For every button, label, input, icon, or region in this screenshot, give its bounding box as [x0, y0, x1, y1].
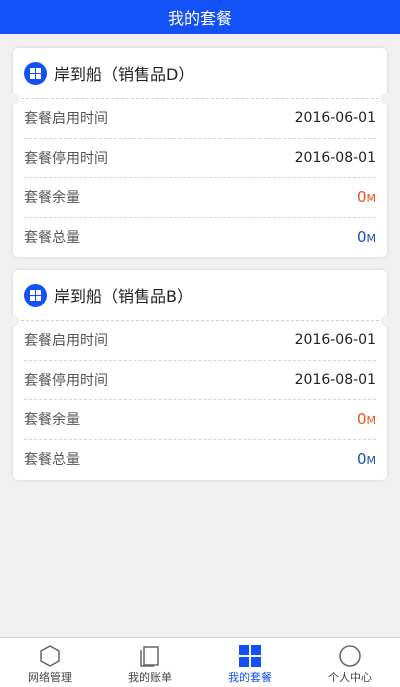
tab-bill[interactable]: 我的账单	[100, 638, 200, 687]
row-label: 套餐总量	[24, 452, 80, 469]
plan-title: 岸到船（销售品D）	[54, 65, 195, 84]
plan-start-date: 2016-06-01	[294, 332, 376, 349]
plan-stop-row: 套餐停用时间 2016-08-01	[24, 139, 376, 178]
row-label: 套餐停用时间	[24, 372, 108, 389]
grid-icon	[24, 61, 47, 85]
tab-plan[interactable]: 我的套餐	[200, 638, 300, 687]
plan-stop-date: 2016-08-01	[294, 149, 376, 166]
page-header: 我的套餐	[0, 0, 400, 34]
tab-label: 我的账单	[128, 671, 172, 684]
plan-remain-value: 0M	[356, 188, 376, 207]
plan-card[interactable]: 岸到船（销售品D） 套餐启用时间 2016-06-01 套餐停用时间 2016-…	[7, 48, 393, 258]
card-divider	[7, 315, 393, 327]
grid-icon	[239, 645, 261, 667]
plan-start-date: 2016-06-01	[294, 110, 376, 127]
circle-user-icon	[339, 645, 361, 667]
tab-label: 网络管理	[28, 671, 72, 684]
grid-icon	[24, 283, 47, 307]
plan-remain-row: 套餐余量 0M	[24, 400, 376, 440]
row-label: 套餐启用时间	[24, 333, 108, 350]
document-icon	[140, 646, 159, 667]
row-label: 套餐总量	[24, 230, 80, 247]
plan-card-header: 岸到船（销售品D）	[13, 48, 387, 98]
plan-total-value: 0M	[356, 450, 376, 469]
row-label: 套餐启用时间	[24, 111, 108, 128]
bottom-tab-bar: 网络管理 我的账单 我的套餐 个人中心	[0, 637, 400, 687]
plan-stop-row: 套餐停用时间 2016-08-01	[24, 361, 376, 400]
plan-total-row: 套餐总量 0M	[24, 218, 376, 258]
tab-label: 个人中心	[328, 671, 372, 684]
tab-network[interactable]: 网络管理	[0, 638, 100, 687]
plan-card[interactable]: 岸到船（销售品B） 套餐启用时间 2016-06-01 套餐停用时间 2016-…	[7, 270, 393, 480]
plan-remain-row: 套餐余量 0M	[24, 178, 376, 218]
card-divider	[7, 93, 393, 105]
row-label: 套餐停用时间	[24, 150, 108, 167]
plan-total-value: 0M	[356, 228, 376, 247]
row-label: 套餐余量	[24, 412, 80, 429]
plan-total-row: 套餐总量 0M	[24, 440, 376, 480]
tab-label: 我的套餐	[228, 671, 272, 684]
hexagon-icon	[40, 645, 60, 667]
plan-start-row: 套餐启用时间 2016-06-01	[24, 321, 376, 361]
plan-card-header: 岸到船（销售品B）	[13, 270, 387, 320]
tab-profile[interactable]: 个人中心	[300, 638, 400, 687]
plan-remain-value: 0M	[356, 410, 376, 429]
plan-title: 岸到船（销售品B）	[54, 287, 193, 306]
plan-stop-date: 2016-08-01	[294, 371, 376, 388]
page-title: 我的套餐	[167, 9, 232, 28]
plan-start-row: 套餐启用时间 2016-06-01	[24, 99, 376, 139]
row-label: 套餐余量	[24, 190, 80, 207]
